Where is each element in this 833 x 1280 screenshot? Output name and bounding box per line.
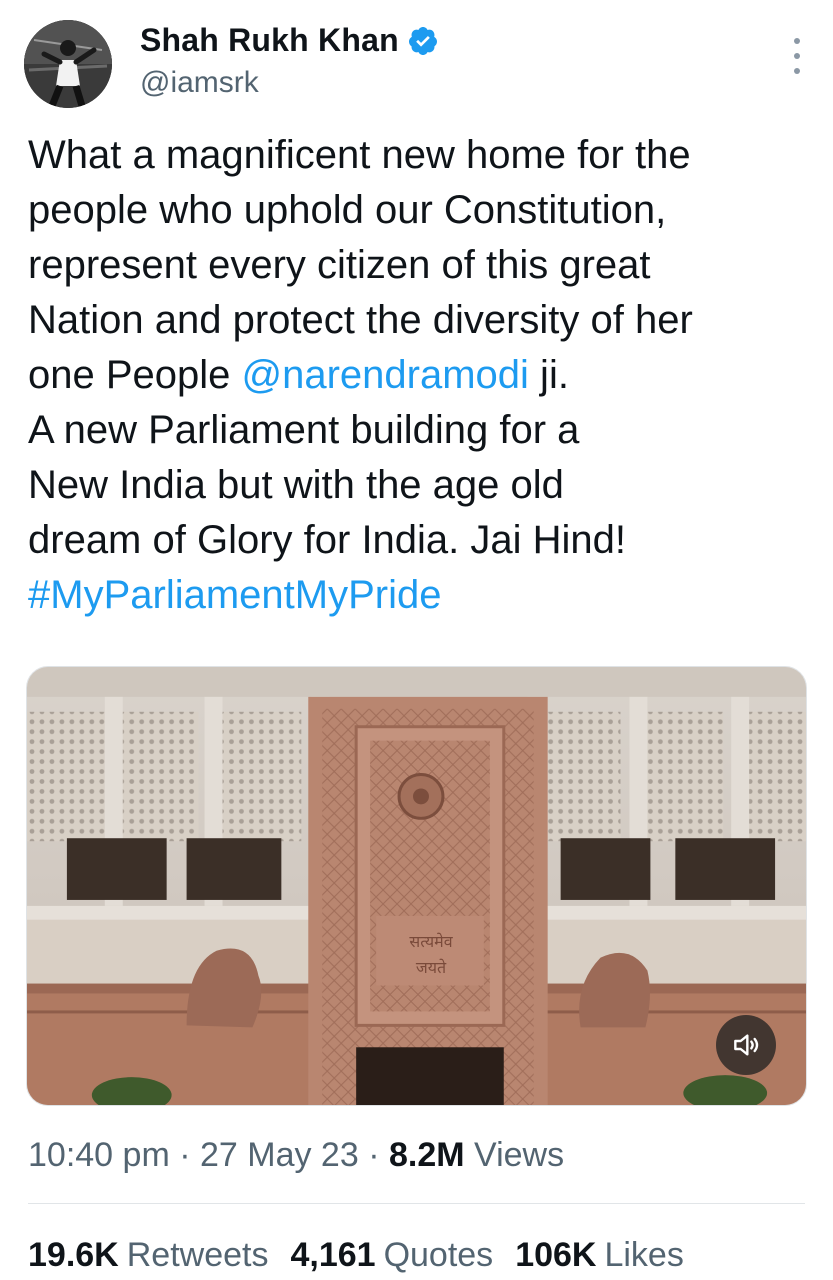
- mention-link[interactable]: @narendramodi: [242, 353, 529, 397]
- tweet-line-with-mention: one People @narendramodi ji.: [28, 348, 818, 403]
- tweet-time[interactable]: 10:40 pm: [28, 1136, 170, 1174]
- tweet-line: What a magnificent new home for the: [28, 133, 691, 177]
- author-name-row[interactable]: Shah Rukh Khan: [140, 22, 439, 59]
- engagement-stats: 19.6K Retweets 4,161 Quotes 106K Likes: [28, 1236, 684, 1275]
- tweet-line: New India but with the age old: [28, 463, 564, 507]
- views-count: 8.2M: [388, 1136, 465, 1174]
- more-dot: [794, 38, 800, 44]
- hashtag-link[interactable]: #MyParliamentMyPride: [28, 568, 818, 623]
- avatar[interactable]: [24, 20, 112, 108]
- more-options-icon[interactable]: [791, 38, 803, 74]
- tweet-line: represent every citizen of this great: [28, 243, 651, 287]
- views-label: Views: [464, 1136, 565, 1174]
- tweet-line: people who uphold our Constitution,: [28, 188, 667, 232]
- tweet-date[interactable]: 27 May 23: [200, 1136, 359, 1174]
- quotes-count: 4,161: [290, 1236, 376, 1274]
- divider: [28, 1203, 805, 1204]
- author-handle[interactable]: @iamsrk: [140, 66, 259, 100]
- tweet-line: Nation and protect the diversity of her: [28, 298, 693, 342]
- tweet-line: A new Parliament building for a: [28, 408, 580, 452]
- tweet-text-segment: ji.: [528, 353, 569, 397]
- plaque-text: सत्यमेव जयते: [379, 929, 483, 981]
- author-display-name[interactable]: Shah Rukh Khan: [140, 22, 399, 59]
- verified-badge-icon: [407, 25, 439, 57]
- likes-label: Likes: [604, 1236, 684, 1274]
- tweet-text-segment: one People: [28, 353, 242, 397]
- tweet-text: What a magnificent new home for the peop…: [28, 128, 818, 623]
- avatar-image: [24, 20, 112, 108]
- quotes-stat[interactable]: 4,161 Quotes: [290, 1236, 493, 1275]
- likes-count: 106K: [515, 1236, 597, 1274]
- tweet-line: dream of Glory for India. Jai Hind!: [28, 518, 627, 562]
- meta-separator: ·: [358, 1136, 389, 1174]
- parliament-building-image: [27, 667, 806, 1105]
- plaque-line: जयते: [415, 958, 447, 977]
- speaker-muted-icon: [734, 1034, 759, 1056]
- retweets-stat[interactable]: 19.6K Retweets: [28, 1236, 268, 1275]
- retweets-count: 19.6K: [28, 1236, 119, 1274]
- tweet-media-video[interactable]: सत्यमेव जयते: [26, 666, 807, 1106]
- more-dot: [794, 53, 800, 59]
- meta-separator: ·: [169, 1136, 200, 1174]
- likes-stat[interactable]: 106K Likes: [515, 1236, 684, 1275]
- more-dot: [794, 68, 800, 74]
- quotes-label: Quotes: [383, 1236, 494, 1274]
- plaque-line: सत्यमेव: [409, 932, 453, 951]
- unmute-button[interactable]: [716, 1015, 776, 1075]
- retweets-label: Retweets: [126, 1236, 269, 1274]
- tweet-meta: 10:40 pm · 27 May 23 · 8.2M Views: [28, 1136, 564, 1175]
